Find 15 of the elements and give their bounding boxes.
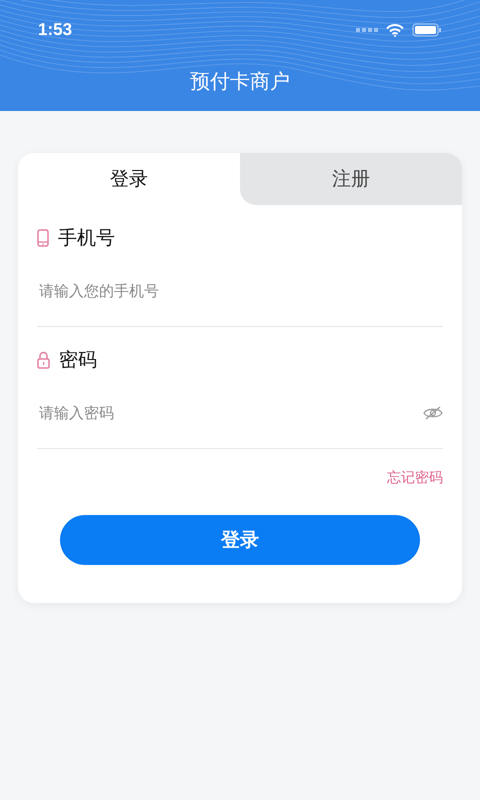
tab[interactable]: 登录 bbox=[18, 153, 240, 205]
phone-icon bbox=[37, 229, 49, 247]
tab[interactable]: 注册 bbox=[240, 153, 462, 205]
login-button[interactable]: 登录 bbox=[60, 515, 420, 565]
lock-icon bbox=[37, 351, 50, 369]
field-label: 手机号 bbox=[58, 226, 115, 251]
signal-icon bbox=[356, 28, 378, 32]
field-label: 密码 bbox=[59, 348, 97, 373]
input-field[interactable]: 请输入您的手机号 bbox=[37, 280, 443, 300]
wifi-icon bbox=[386, 24, 404, 36]
page-title: 预付卡商户 bbox=[190, 68, 290, 95]
input-field[interactable]: 请输入密码 bbox=[37, 402, 423, 422]
eye-slash-icon[interactable] bbox=[423, 406, 443, 420]
battery-icon bbox=[412, 23, 442, 37]
status-time: 1:53 bbox=[38, 20, 72, 40]
